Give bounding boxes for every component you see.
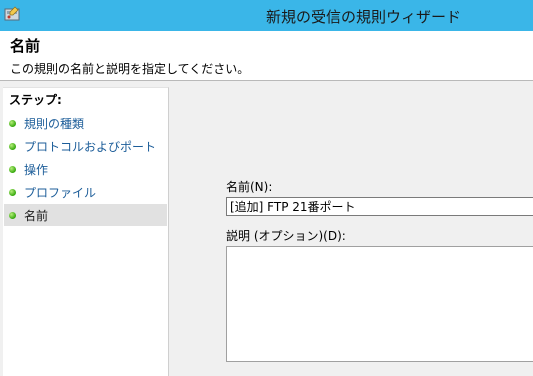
page-title: 名前: [10, 37, 41, 55]
step-label: 名前: [24, 209, 49, 223]
green-bullet-icon: [9, 120, 16, 127]
wizard-window: 新規の受信の規則ウィザード 名前 この規則の名前と説明を指定してください。 ステ…: [0, 0, 533, 376]
step-label: 操作: [24, 163, 49, 177]
form-area: 名前(N): 説明 (オプション)(D):: [174, 87, 533, 376]
green-bullet-icon: [9, 166, 16, 173]
firewall-wizard-icon: [4, 6, 20, 21]
description-input[interactable]: [226, 246, 533, 362]
window-title: 新規の受信の規則ウィザード: [266, 8, 462, 26]
description-label: 説明 (オプション)(D):: [226, 229, 346, 243]
step-item-name[interactable]: 名前: [4, 204, 167, 226]
step-item-rule-type[interactable]: 規則の種類: [4, 112, 167, 134]
name-input[interactable]: [226, 197, 533, 216]
green-bullet-icon: [9, 212, 16, 219]
green-bullet-icon: [9, 143, 16, 150]
step-item-protocol-ports[interactable]: プロトコルおよびポート: [4, 135, 167, 157]
step-item-action[interactable]: 操作: [4, 158, 167, 180]
steps-heading: ステップ:: [9, 93, 62, 107]
page-description: この規則の名前と説明を指定してください。: [10, 62, 250, 76]
title-bar[interactable]: 新規の受信の規則ウィザード: [0, 0, 533, 31]
steps-panel: ステップ: 規則の種類 プロトコルおよびポート 操作 プロファイル 名前: [3, 87, 169, 376]
green-bullet-icon: [9, 189, 16, 196]
step-label: プロトコルおよびポート: [24, 140, 157, 154]
step-item-profile[interactable]: プロファイル: [4, 181, 167, 203]
name-label: 名前(N):: [226, 180, 273, 194]
step-label: 規則の種類: [24, 117, 85, 131]
wizard-body: ステップ: 規則の種類 プロトコルおよびポート 操作 プロファイル 名前 名前(…: [0, 81, 533, 376]
page-header: 名前 この規則の名前と説明を指定してください。: [0, 31, 533, 81]
step-label: プロファイル: [24, 186, 97, 200]
